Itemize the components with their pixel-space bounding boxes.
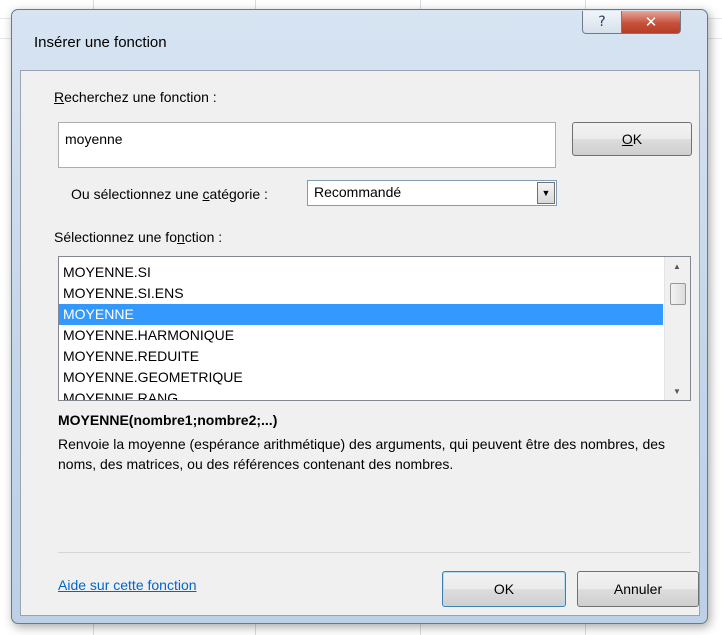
function-description: Renvoie la moyenne (espérance arithmétiq… xyxy=(58,436,666,472)
search-ok-button[interactable]: OK xyxy=(572,122,692,156)
close-button[interactable]: ✕ xyxy=(621,11,681,34)
ok-button[interactable]: OK xyxy=(442,571,566,607)
help-button[interactable]: ? xyxy=(582,11,622,34)
title-bar: Insérer une fonction ? ✕ xyxy=(12,10,707,51)
category-selected-value: Recommandé xyxy=(314,184,402,200)
function-list-item[interactable]: MOYENNE.GEOMETRIQUE xyxy=(59,367,663,388)
insert-function-dialog: Insérer une fonction ? ✕ Recherchez une … xyxy=(11,9,708,624)
question-mark-icon: ? xyxy=(598,14,606,30)
list-scrollbar[interactable]: ▲ ▼ xyxy=(664,257,690,400)
divider xyxy=(58,552,691,553)
scroll-down-icon[interactable]: ▼ xyxy=(665,382,689,400)
search-label: Recherchez une fonction : xyxy=(54,89,217,105)
help-on-function-link[interactable]: Aide sur cette fonction xyxy=(58,577,197,593)
function-signature: MOYENNE(nombre1;nombre2;...) xyxy=(58,412,278,428)
category-label: Ou sélectionnez une catégorie : xyxy=(71,186,268,202)
function-list-item[interactable]: MOYENNE.HARMONIQUE xyxy=(59,325,663,346)
category-select[interactable]: Recommandé ▼ xyxy=(307,180,557,206)
function-list-item[interactable]: MOYENNE.SI.ENS xyxy=(59,283,663,304)
function-list-item[interactable]: MOYENNE.REDUITE xyxy=(59,346,663,367)
dropdown-arrow-icon[interactable]: ▼ xyxy=(537,182,555,204)
function-list-item[interactable]: MOYENNE.SI xyxy=(59,262,663,283)
function-listbox[interactable]: MOYENNE.SI MOYENNE.SI.ENS MOYENNE MOYENNE.H… xyxy=(58,256,691,401)
function-list-item[interactable]: MOYENNE.RANG xyxy=(59,388,663,400)
search-function-input[interactable]: moyenne xyxy=(58,122,556,168)
close-icon: ✕ xyxy=(644,13,658,31)
function-list-item[interactable]: MOYENNE xyxy=(59,304,663,325)
function-list: MOYENNE.SI MOYENNE.SI.ENS MOYENNE MOYENNE.H… xyxy=(59,262,663,400)
scroll-up-icon[interactable]: ▲ xyxy=(665,257,689,275)
scroll-thumb[interactable] xyxy=(670,283,686,305)
dialog-body: Recherchez une fonction : moyenne OK Ou … xyxy=(20,70,700,616)
dialog-title: Insérer une fonction xyxy=(34,34,167,51)
function-list-label: Sélectionnez une fonction : xyxy=(54,229,223,245)
cancel-button[interactable]: Annuler xyxy=(577,571,699,607)
